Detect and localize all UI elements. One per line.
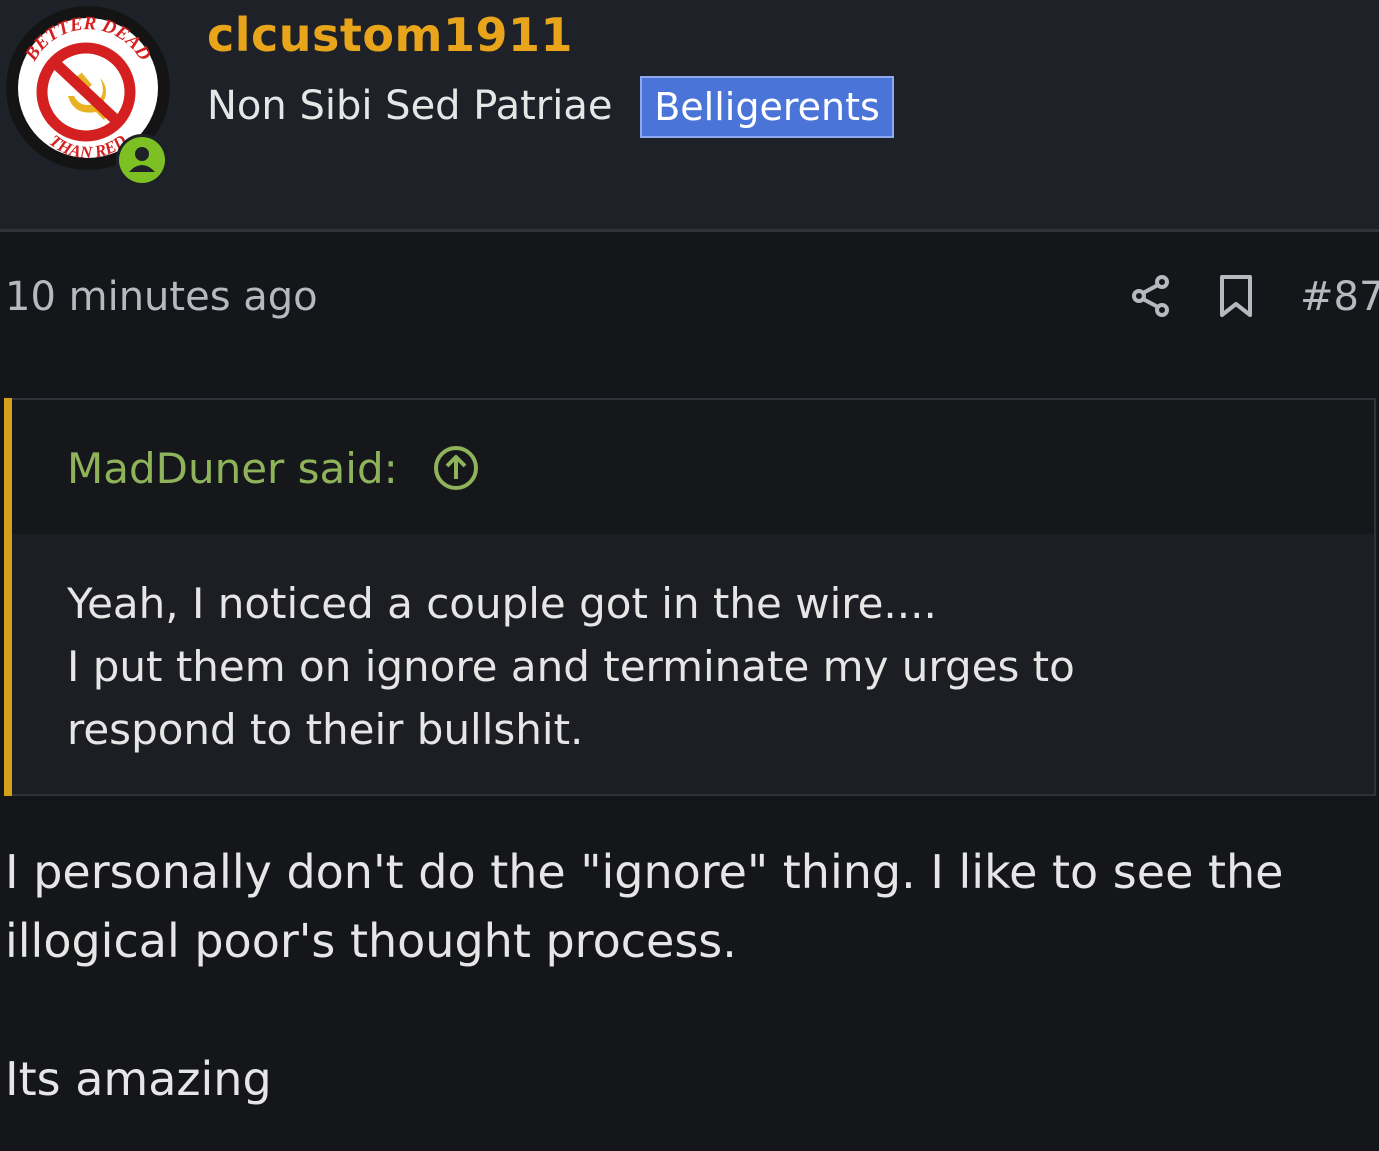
post-message: I personally don't do the "ignore" thing… <box>5 838 1283 1114</box>
message-line: I personally don't do the "ignore" thing… <box>5 845 1284 899</box>
header-divider <box>0 229 1379 232</box>
user-icon <box>119 137 165 183</box>
quote-line: I put them on ignore and terminate my ur… <box>67 642 1075 691</box>
share-icon[interactable] <box>1130 274 1172 318</box>
quote-line: Yeah, I noticed a couple got in the wire… <box>67 579 937 628</box>
post-number-link[interactable]: #87 <box>1300 274 1379 320</box>
quote-attribution[interactable]: MadDuner said: <box>67 444 398 493</box>
quote-jump-icon[interactable] <box>432 444 480 492</box>
username-link[interactable]: clcustom1911 <box>207 8 573 62</box>
quote-accent-bar <box>4 398 12 796</box>
message-line: illogical poor's thought process. <box>5 914 737 968</box>
user-title: Non Sibi Sed Patriae <box>207 83 613 129</box>
quote-line: respond to their bullshit. <box>67 705 584 754</box>
message-line: Its amazing <box>5 1052 272 1106</box>
online-status-indicator <box>116 134 168 186</box>
bookmark-icon[interactable] <box>1216 274 1256 318</box>
post-timestamp[interactable]: 10 minutes ago <box>5 274 318 320</box>
quote-content: Yeah, I noticed a couple got in the wire… <box>67 572 1075 761</box>
group-badge: Belligerents <box>640 76 894 138</box>
